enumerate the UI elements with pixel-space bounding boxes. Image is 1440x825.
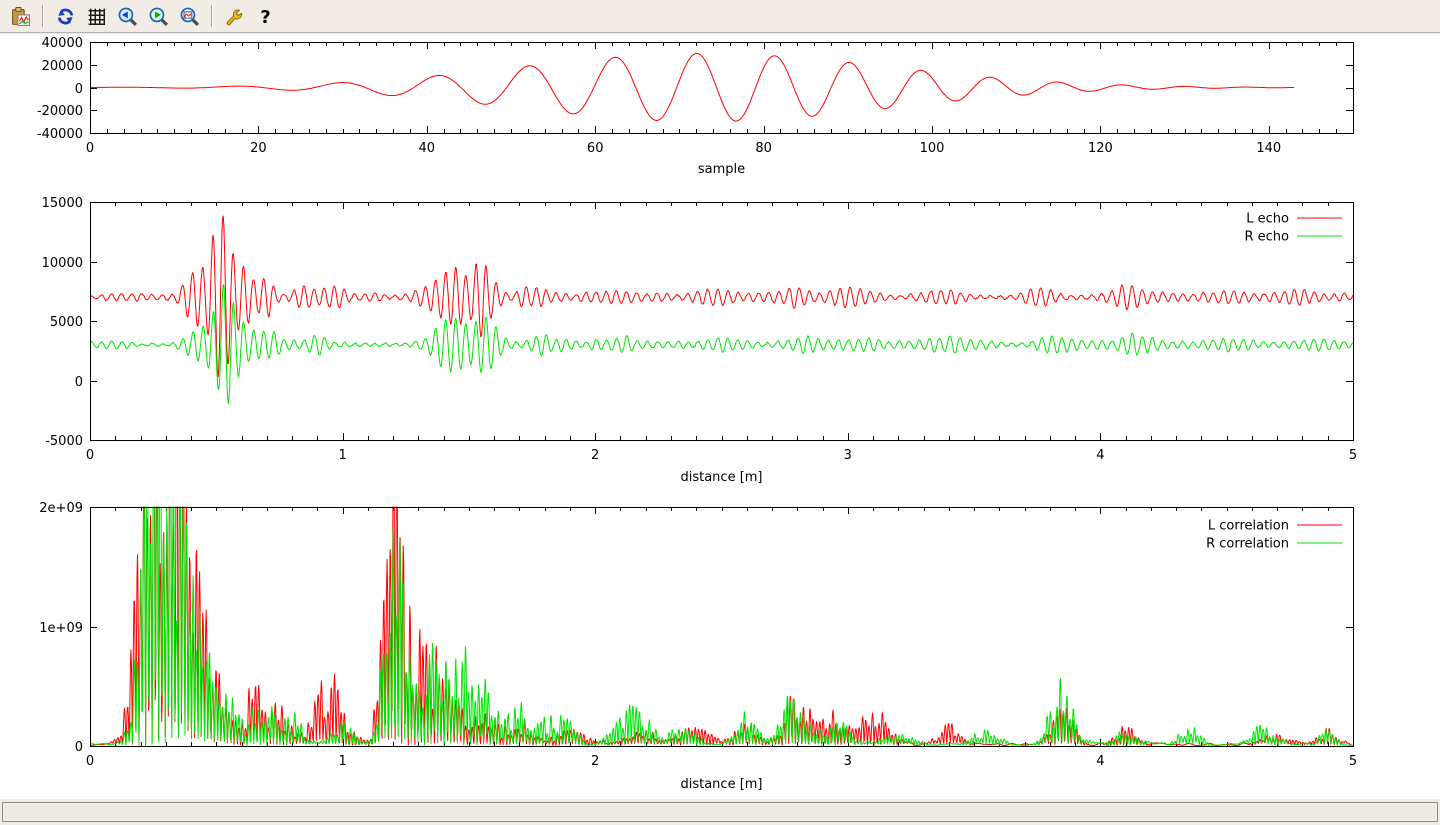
svg-text:5000: 5000 (50, 315, 83, 330)
help-icon: ? (255, 6, 276, 27)
replot-button[interactable] (52, 3, 79, 30)
configure-button[interactable] (221, 3, 248, 30)
svg-text:0: 0 (86, 141, 94, 156)
svg-text:2: 2 (591, 754, 599, 769)
toolbar: ? (0, 0, 1440, 33)
legend-label: L correlation (1208, 519, 1289, 534)
axis-ticks (90, 42, 1354, 134)
autoscale-button[interactable] (176, 3, 203, 30)
series-lines (90, 53, 1294, 121)
previous-zoom-button[interactable] (114, 3, 141, 30)
svg-text:20000: 20000 (42, 59, 83, 74)
svg-text:1e+09: 1e+09 (39, 621, 83, 636)
svg-text:1: 1 (338, 754, 346, 769)
series-r-correlation (90, 493, 1353, 746)
tick-labels: 0 20 40 60 80 100 120 140 -40000 -20000 0 20000 4000… (37, 36, 1281, 156)
svg-text:5: 5 (1349, 448, 1357, 463)
legend-label: R echo (1244, 230, 1289, 245)
correlation-chart[interactable]: 0 1 2 3 4 5 0 1e+09 2e+09 distance [m] L correlati… (0, 493, 1440, 798)
svg-text:2e+09: 2e+09 (39, 501, 83, 516)
svg-text:0: 0 (86, 754, 94, 769)
copy-plot-icon (10, 6, 31, 27)
series-excitation-pulse (90, 53, 1294, 121)
svg-text:-5000: -5000 (45, 434, 83, 449)
plot-border (91, 508, 1354, 747)
svg-text:4: 4 (1096, 754, 1104, 769)
svg-text:0: 0 (75, 740, 83, 755)
svg-text:40: 40 (419, 141, 436, 156)
svg-text:-40000: -40000 (37, 127, 83, 142)
svg-text:4: 4 (1096, 448, 1104, 463)
grid-icon (86, 6, 107, 27)
echo-chart[interactable]: 012345-5000050001000015000distance [m]L … (0, 185, 1440, 493)
x-axis-label: distance [m] (680, 777, 762, 792)
series-lines (90, 493, 1353, 746)
replot-icon (55, 6, 76, 27)
status-text (2, 802, 1438, 822)
svg-text:60: 60 (587, 141, 604, 156)
svg-text:100: 100 (920, 141, 945, 156)
svg-text:0: 0 (86, 448, 94, 463)
copy-to-clipboard-button[interactable] (7, 3, 34, 30)
x-axis-label: distance [m] (680, 470, 762, 485)
zoom-prev-icon (117, 6, 138, 27)
svg-text:140: 140 (1256, 141, 1281, 156)
svg-text:120: 120 (1088, 141, 1113, 156)
svg-text:?: ? (260, 6, 270, 26)
toolbar-separator (211, 5, 213, 27)
config-icon (224, 6, 245, 27)
svg-text:15000: 15000 (42, 196, 83, 211)
plot-border (91, 203, 1354, 441)
svg-text:20: 20 (250, 141, 267, 156)
axis-ticks (90, 202, 1354, 441)
svg-text:0: 0 (75, 82, 83, 97)
zoom-fit-icon (179, 6, 200, 27)
next-zoom-button[interactable] (145, 3, 172, 30)
legend-label: L echo (1246, 212, 1289, 227)
status-bar (0, 799, 1440, 825)
svg-text:0: 0 (75, 375, 83, 390)
svg-text:-20000: -20000 (37, 104, 83, 119)
svg-text:5: 5 (1349, 754, 1357, 769)
help-button[interactable]: ? (252, 3, 279, 30)
series-l-correlation (90, 493, 1353, 746)
svg-text:3: 3 (844, 754, 852, 769)
svg-text:1: 1 (338, 448, 346, 463)
pulse-chart[interactable]: 0 20 40 60 80 100 120 140 -40000 -20000 0 20000 4000… (0, 34, 1440, 186)
series-lines (90, 216, 1353, 404)
legend: L correlation R correlation (1206, 519, 1342, 552)
svg-text:40000: 40000 (42, 36, 83, 51)
x-axis-label: sample (698, 162, 745, 177)
toggle-grid-button[interactable] (83, 3, 110, 30)
svg-text:80: 80 (755, 141, 772, 156)
zoom-next-icon (148, 6, 169, 27)
svg-text:3: 3 (844, 448, 852, 463)
svg-text:2: 2 (591, 448, 599, 463)
legend: L echo R echo (1244, 212, 1342, 245)
toolbar-separator (42, 5, 44, 27)
legend-label: R correlation (1206, 537, 1289, 552)
svg-text:10000: 10000 (42, 256, 83, 271)
axis-ticks (90, 507, 1354, 747)
plot-canvas: 020406080100120140-40000-200000200004000… (0, 34, 1440, 799)
